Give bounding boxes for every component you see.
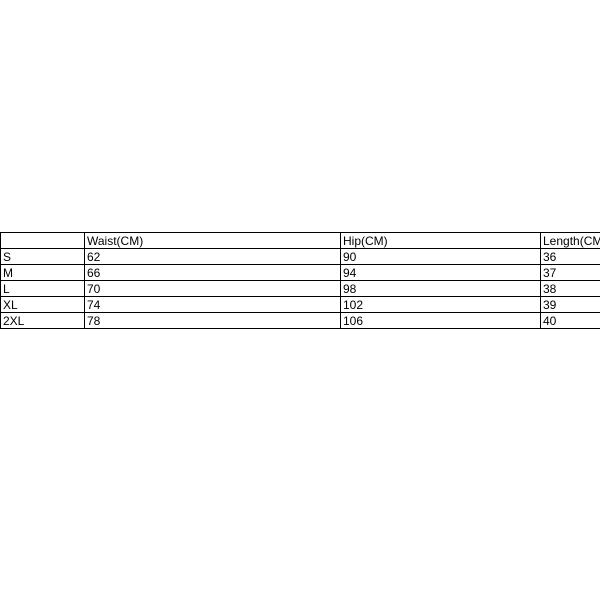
cell-waist: 66 [85, 265, 341, 281]
cell-hip: 98 [341, 281, 541, 297]
cell-hip: 102 [341, 297, 541, 313]
cell-hip: 106 [341, 313, 541, 329]
table-row: S 62 90 36 [1, 249, 600, 265]
size-table-container: Waist(CM) Hip(CM) Length(CM) S 62 90 36 … [0, 232, 600, 329]
table-row: XL 74 102 39 [1, 297, 600, 313]
cell-hip: 90 [341, 249, 541, 265]
table-row: M 66 94 37 [1, 265, 600, 281]
header-length: Length(CM) [541, 233, 600, 249]
cell-length: 36 [541, 249, 600, 265]
cell-size: L [1, 281, 85, 297]
cell-length: 39 [541, 297, 600, 313]
cell-length: 38 [541, 281, 600, 297]
cell-size: S [1, 249, 85, 265]
cell-size: M [1, 265, 85, 281]
header-size [1, 233, 85, 249]
cell-hip: 94 [341, 265, 541, 281]
header-waist: Waist(CM) [85, 233, 341, 249]
cell-waist: 74 [85, 297, 341, 313]
cell-waist: 78 [85, 313, 341, 329]
size-table: Waist(CM) Hip(CM) Length(CM) S 62 90 36 … [0, 232, 600, 329]
cell-size: XL [1, 297, 85, 313]
cell-waist: 62 [85, 249, 341, 265]
table-row: 2XL 78 106 40 [1, 313, 600, 329]
cell-size: 2XL [1, 313, 85, 329]
table-row: L 70 98 38 [1, 281, 600, 297]
cell-waist: 70 [85, 281, 341, 297]
cell-length: 37 [541, 265, 600, 281]
header-hip: Hip(CM) [341, 233, 541, 249]
table-header-row: Waist(CM) Hip(CM) Length(CM) [1, 233, 600, 249]
cell-length: 40 [541, 313, 600, 329]
